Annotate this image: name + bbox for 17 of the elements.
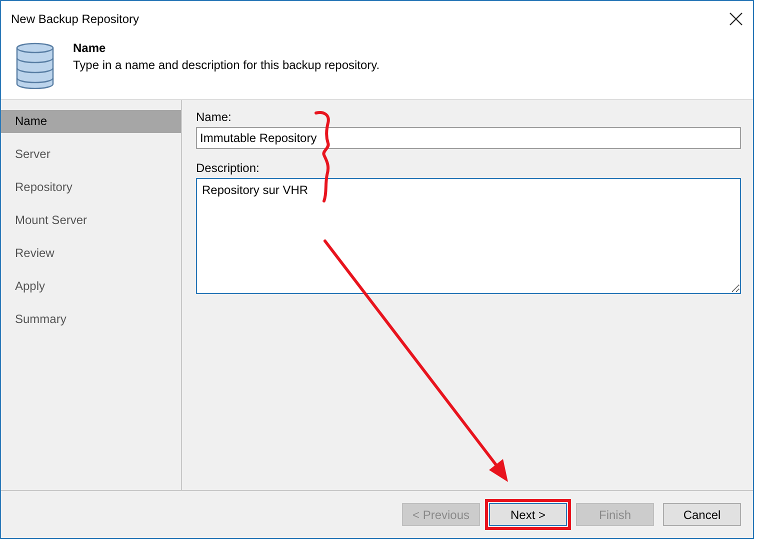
wizard-step[interactable]: Apply xyxy=(1,275,181,298)
wizard-button[interactable]: Cancel xyxy=(663,503,741,526)
window-title: New Backup Repository xyxy=(11,12,140,26)
wizard-step[interactable]: Name xyxy=(1,110,181,133)
database-icon xyxy=(15,41,55,89)
wizard-step[interactable]: Summary xyxy=(1,308,181,331)
name-field[interactable]: Immutable Repository xyxy=(196,127,741,149)
close-icon[interactable] xyxy=(729,12,743,26)
wizard-step[interactable]: Review xyxy=(1,242,181,265)
wizard-step[interactable]: Repository xyxy=(1,176,181,199)
step-description: Type in a name and description for this backup repository. xyxy=(73,58,380,72)
name-label: Name: xyxy=(196,110,232,124)
description-field[interactable]: Repository sur VHR xyxy=(196,178,741,294)
wizard-step[interactable]: Server xyxy=(1,143,181,166)
wizard-step[interactable]: Mount Server xyxy=(1,209,181,232)
step-title: Name xyxy=(73,41,107,55)
description-label: Description: xyxy=(196,161,260,175)
